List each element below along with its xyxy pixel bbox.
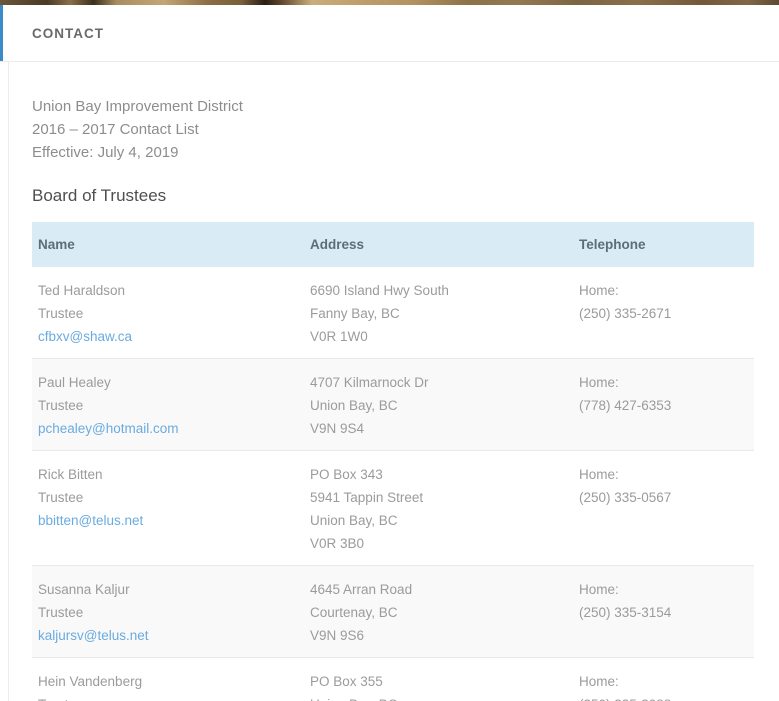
address-line: V9N 9S6 bbox=[310, 624, 567, 647]
phone-number: (250) 335-3088 bbox=[579, 693, 748, 701]
address-line: 6690 Island Hwy South bbox=[310, 279, 567, 302]
contact-name: Ted Haraldson bbox=[38, 279, 298, 302]
address-cell: 4707 Kilmarnock DrUnion Bay, BCV9N 9S4 bbox=[304, 359, 573, 451]
address-line: V0R 3B0 bbox=[310, 532, 567, 555]
address-line: 5941 Tappin Street bbox=[310, 486, 567, 509]
email-line: pchealey@hotmail.com bbox=[38, 417, 298, 440]
accent-bar bbox=[0, 5, 3, 61]
org-name: Union Bay Improvement District bbox=[32, 95, 754, 118]
phone-label: Home: bbox=[579, 279, 748, 302]
address-cell: PO Box 3435941 Tappin StreetUnion Bay, B… bbox=[304, 451, 573, 566]
name-cell: Hein VandenbergTrusteehvrdyno@telus.net bbox=[32, 658, 304, 701]
section-heading-board-of-trustees: Board of Trustees bbox=[32, 186, 754, 206]
contact-list-title: 2016 – 2017 Contact List bbox=[32, 118, 754, 141]
column-header-name: Name bbox=[32, 222, 304, 267]
email-link[interactable]: pchealey@hotmail.com bbox=[38, 421, 179, 436]
contact-role: Trustee bbox=[38, 302, 298, 325]
email-line: cfbxv@shaw.ca bbox=[38, 325, 298, 348]
email-link[interactable]: bbitten@telus.net bbox=[38, 513, 143, 528]
table-row: Ted HaraldsonTrustee cfbxv@shaw.ca 6690 Is… bbox=[32, 267, 754, 359]
phone-number: (250) 335-0567 bbox=[579, 486, 748, 509]
address-line: 4645 Arran Road bbox=[310, 578, 567, 601]
column-header-telephone: Telephone bbox=[573, 222, 754, 267]
address-line: Courtenay, BC bbox=[310, 601, 567, 624]
phone-number: (250) 335-2671 bbox=[579, 302, 748, 325]
name-cell: Paul HealeyTrustee pchealey@hotmail.com bbox=[32, 359, 304, 451]
table-row: Hein VandenbergTrusteehvrdyno@telus.netP… bbox=[32, 658, 754, 701]
page-title: CONTACT bbox=[32, 26, 104, 41]
telephone-cell: Home:(250) 335-0567 bbox=[573, 451, 754, 566]
table-row: Paul HealeyTrustee pchealey@hotmail.com 47… bbox=[32, 359, 754, 451]
address-line: 4707 Kilmarnock Dr bbox=[310, 371, 567, 394]
contact-role: Trustee bbox=[38, 693, 298, 701]
address-line: Union Bay, BC bbox=[310, 693, 567, 701]
contact-role: Trustee bbox=[38, 601, 298, 624]
table-row: Rick BittenTrustee bbitten@telus.net PO Bo… bbox=[32, 451, 754, 566]
address-line: V0R 1W0 bbox=[310, 325, 567, 348]
email-line: kaljursv@telus.net bbox=[38, 624, 298, 647]
address-cell: 4645 Arran RoadCourtenay, BCV9N 9S6 bbox=[304, 566, 573, 658]
phone-label: Home: bbox=[579, 578, 748, 601]
phone-label: Home: bbox=[579, 670, 748, 693]
name-cell: Rick BittenTrustee bbitten@telus.net bbox=[32, 451, 304, 566]
telephone-cell: Home:(250) 335-3154 bbox=[573, 566, 754, 658]
address-line: Fanny Bay, BC bbox=[310, 302, 567, 325]
address-cell: 6690 Island Hwy SouthFanny Bay, BCV0R 1W… bbox=[304, 267, 573, 359]
contact-name: Rick Bitten bbox=[38, 463, 298, 486]
telephone-cell: Home:(778) 427-6353 bbox=[573, 359, 754, 451]
address-cell: PO Box 355Union Bay, BCV0R 3B0 bbox=[304, 658, 573, 701]
email-link[interactable]: kaljursv@telus.net bbox=[38, 628, 149, 643]
effective-date: Effective: July 4, 2019 bbox=[32, 141, 754, 164]
phone-number: (250) 335-3154 bbox=[579, 601, 748, 624]
contact-name: Hein Vandenberg bbox=[38, 670, 298, 693]
phone-number: (778) 427-6353 bbox=[579, 394, 748, 417]
name-cell: Susanna KaljurTrustee kaljursv@telus.net bbox=[32, 566, 304, 658]
contact-name: Susanna Kaljur bbox=[38, 578, 298, 601]
table-header-row: Name Address Telephone bbox=[32, 222, 754, 267]
name-cell: Ted HaraldsonTrustee cfbxv@shaw.ca bbox=[32, 267, 304, 359]
main-content: Union Bay Improvement District 2016 – 20… bbox=[8, 62, 779, 701]
email-line: bbitten@telus.net bbox=[38, 509, 298, 532]
address-line: V9N 9S4 bbox=[310, 417, 567, 440]
phone-label: Home: bbox=[579, 463, 748, 486]
trustees-table-body: Ted HaraldsonTrusteecfbxv@shaw.ca6690 Is… bbox=[32, 267, 754, 701]
table-row: Susanna KaljurTrustee kaljursv@telus.net 4… bbox=[32, 566, 754, 658]
address-line: PO Box 355 bbox=[310, 670, 567, 693]
intro-block: Union Bay Improvement District 2016 – 20… bbox=[32, 95, 754, 164]
contact-role: Trustee bbox=[38, 486, 298, 509]
telephone-cell: Home:(250) 335-3088 bbox=[573, 658, 754, 701]
address-line: Union Bay, BC bbox=[310, 509, 567, 532]
telephone-cell: Home:(250) 335-2671 bbox=[573, 267, 754, 359]
phone-label: Home: bbox=[579, 371, 748, 394]
page-header: CONTACT bbox=[0, 5, 779, 62]
column-header-address: Address bbox=[304, 222, 573, 267]
address-line: PO Box 343 bbox=[310, 463, 567, 486]
contact-name: Paul Healey bbox=[38, 371, 298, 394]
email-link[interactable]: cfbxv@shaw.ca bbox=[38, 329, 132, 344]
contact-role: Trustee bbox=[38, 394, 298, 417]
address-line: Union Bay, BC bbox=[310, 394, 567, 417]
trustees-table: Name Address Telephone Ted HaraldsonTrus… bbox=[32, 222, 754, 701]
